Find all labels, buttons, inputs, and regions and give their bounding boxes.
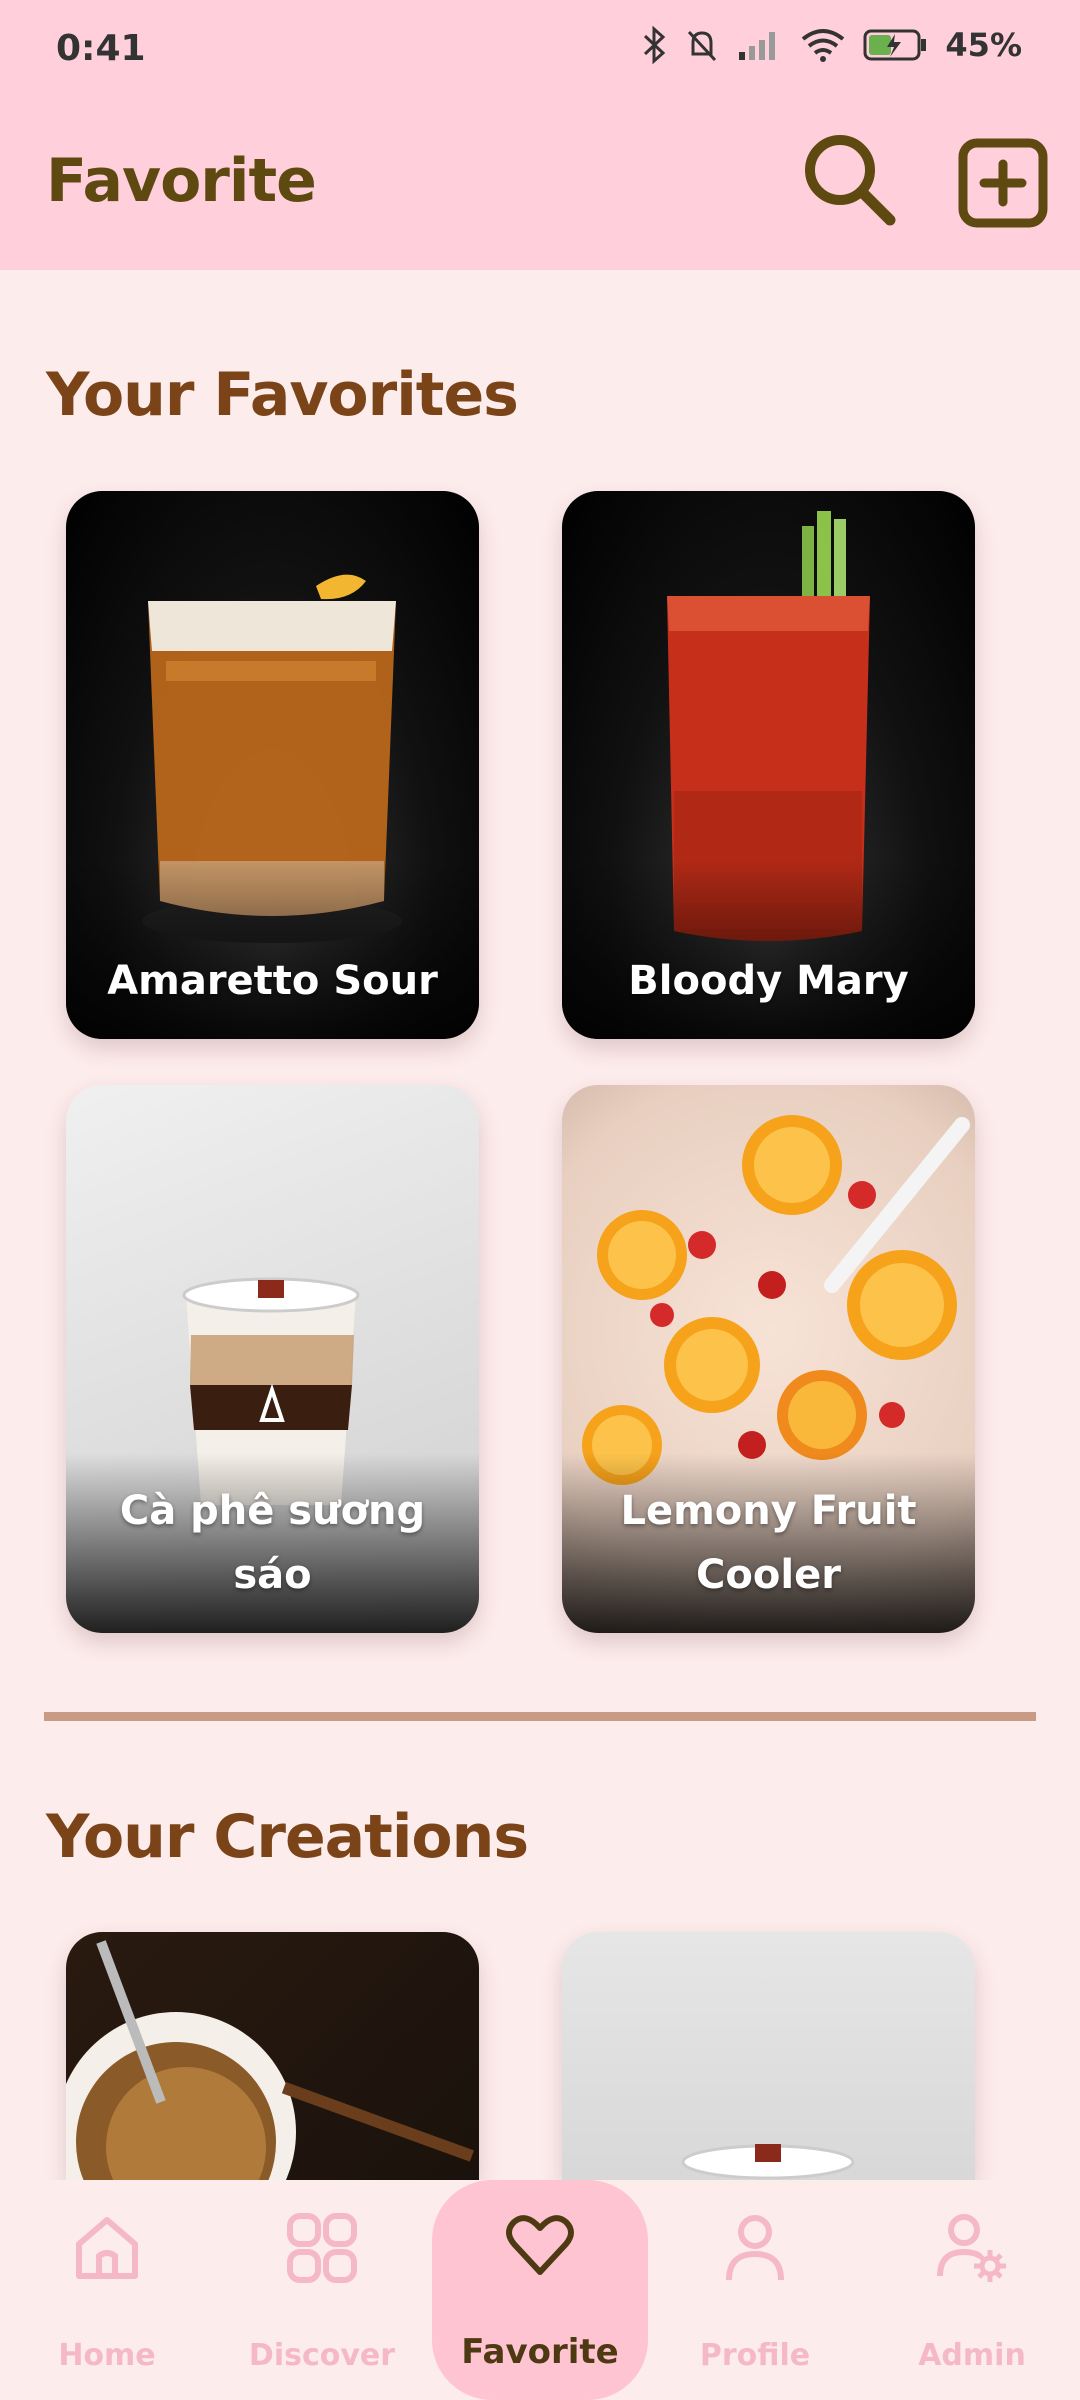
creation-card-1[interactable] [66, 1932, 479, 2180]
bell-muted-icon [688, 30, 717, 62]
section-divider [44, 1712, 1036, 1721]
add-button[interactable] [958, 138, 1048, 228]
favorite-card-lemony-fruit-cooler[interactable]: Lemony Fruit Cooler [562, 1085, 975, 1633]
page-title: Favorite [46, 146, 317, 216]
admin-icon [937, 2214, 1006, 2282]
drink-image [681, 2144, 855, 2180]
battery-level: 45% [945, 26, 1022, 64]
bluetooth-icon [644, 26, 666, 64]
battery-icon [863, 29, 927, 61]
app-header: 0:41 45% Favorite [0, 0, 1080, 270]
nav-discover[interactable]: Discover [222, 2180, 422, 2400]
card-label: Cà phê sương sáo [119, 1488, 426, 1598]
search-button[interactable] [800, 130, 900, 230]
card-label: Lemony Fruit Cooler [620, 1488, 917, 1598]
grid-icon [287, 2213, 357, 2283]
drink-image [66, 1940, 474, 2180]
status-time: 0:41 [56, 28, 146, 69]
status-icons: 45% [641, 26, 1022, 64]
plus-square-icon [958, 138, 1048, 228]
creation-card-2[interactable] [562, 1932, 975, 2180]
favorite-card-bloody-mary[interactable]: Bloody Mary [562, 491, 975, 1039]
favorite-card-amaretto-sour[interactable]: Amaretto Sour [66, 491, 479, 1039]
creations-section-title: Your Creations [46, 1802, 529, 1872]
signal-icon [739, 32, 776, 60]
heart-icon [506, 2215, 574, 2275]
nav-admin[interactable]: Admin [872, 2180, 1072, 2400]
nav-home[interactable]: Home [7, 2180, 207, 2400]
card-label: Amaretto Sour [107, 958, 438, 1004]
person-icon [726, 2215, 784, 2281]
favorite-card-ca-phe-suong-sao[interactable]: Cà phê sương sáo [66, 1085, 479, 1633]
favorites-section-title: Your Favorites [46, 360, 519, 430]
wifi-icon [802, 29, 845, 62]
bottom-navigation: Home Discover Favorite Profile Admin [0, 2180, 1080, 2400]
nav-profile[interactable]: Profile [655, 2180, 855, 2400]
home-icon [76, 2217, 138, 2279]
card-label: Bloody Mary [628, 958, 909, 1004]
nav-favorite[interactable]: Favorite [432, 2180, 648, 2400]
search-icon [805, 135, 896, 226]
